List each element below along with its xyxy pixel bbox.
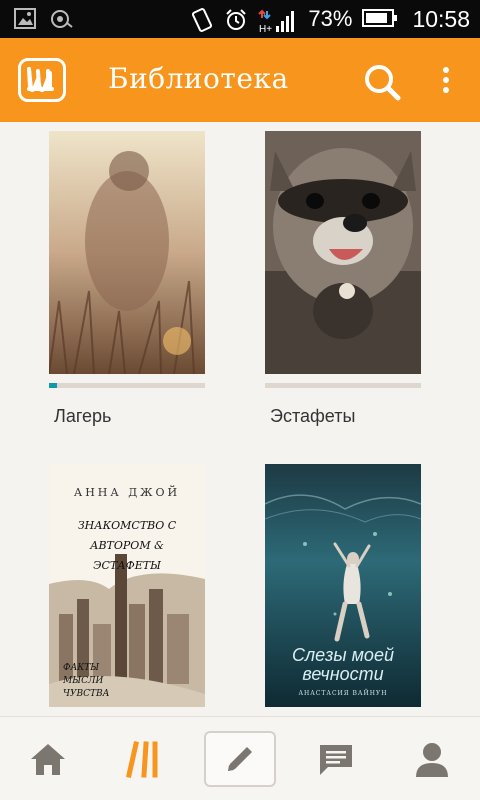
nav-profile[interactable] [396,731,468,787]
book-title: Лагерь [54,406,112,426]
cover-footer: ФАКТЫ МЫСЛИ ЧУВСТВА [63,663,110,699]
signal-icon: H+ [258,8,298,35]
battery-icon [362,8,398,30]
media-icon [50,8,74,30]
nav-messages[interactable] [300,731,372,787]
more-vertical-icon [443,67,449,93]
book-cover[interactable] [49,131,205,374]
page-title: Библиотека [108,62,289,95]
library-icon [126,741,158,778]
reading-progress [49,383,205,388]
home-icon [31,744,65,775]
gallery-icon [14,8,38,30]
cover-title: Слезы моей вечности [292,645,394,684]
nav-home[interactable] [12,731,84,787]
library-grid: Лагерь Эстафеты АННА ДЖОЙ ЗНАКОМСТВО С А… [0,122,480,716]
vibrate-icon [190,8,214,32]
reading-progress [265,383,421,388]
write-icon [228,747,252,771]
nav-write[interactable] [204,731,276,787]
profile-icon [416,743,448,777]
cover-heading: ЗНАКОМСТВО С АВТОРОМ & ЭСТАФЕТЫ [77,519,177,572]
cover-author: АННА ДЖОЙ [73,486,181,499]
book-cover[interactable] [265,131,421,374]
cover-author: АНАСТАСИЯ ВАЙНУН [298,690,388,697]
network-type: H+ [259,24,272,34]
messages-icon [320,745,352,775]
bottom-nav [0,716,480,800]
status-bar: H+ 73% 10:58 [0,0,480,38]
battery-percent: 73% [308,6,353,31]
clock: 10:58 [412,5,470,32]
app-bar: Библиотека [0,38,480,122]
alarm-icon [224,8,248,30]
nav-library[interactable] [108,731,180,787]
overflow-menu-button[interactable] [432,60,460,104]
book-cover[interactable]: АННА ДЖОЙ ЗНАКОМСТВО С АВТОРОМ & ЭСТАФЕТ… [49,464,205,707]
book-cover[interactable]: Слезы моей вечности АНАСТАСИЯ ВАЙНУН [265,464,421,707]
wattpad-logo-icon[interactable] [18,58,66,102]
search-button[interactable] [360,60,404,104]
book-title: Эстафеты [270,406,356,426]
search-icon [365,65,401,101]
reading-progress-fill [49,383,57,388]
